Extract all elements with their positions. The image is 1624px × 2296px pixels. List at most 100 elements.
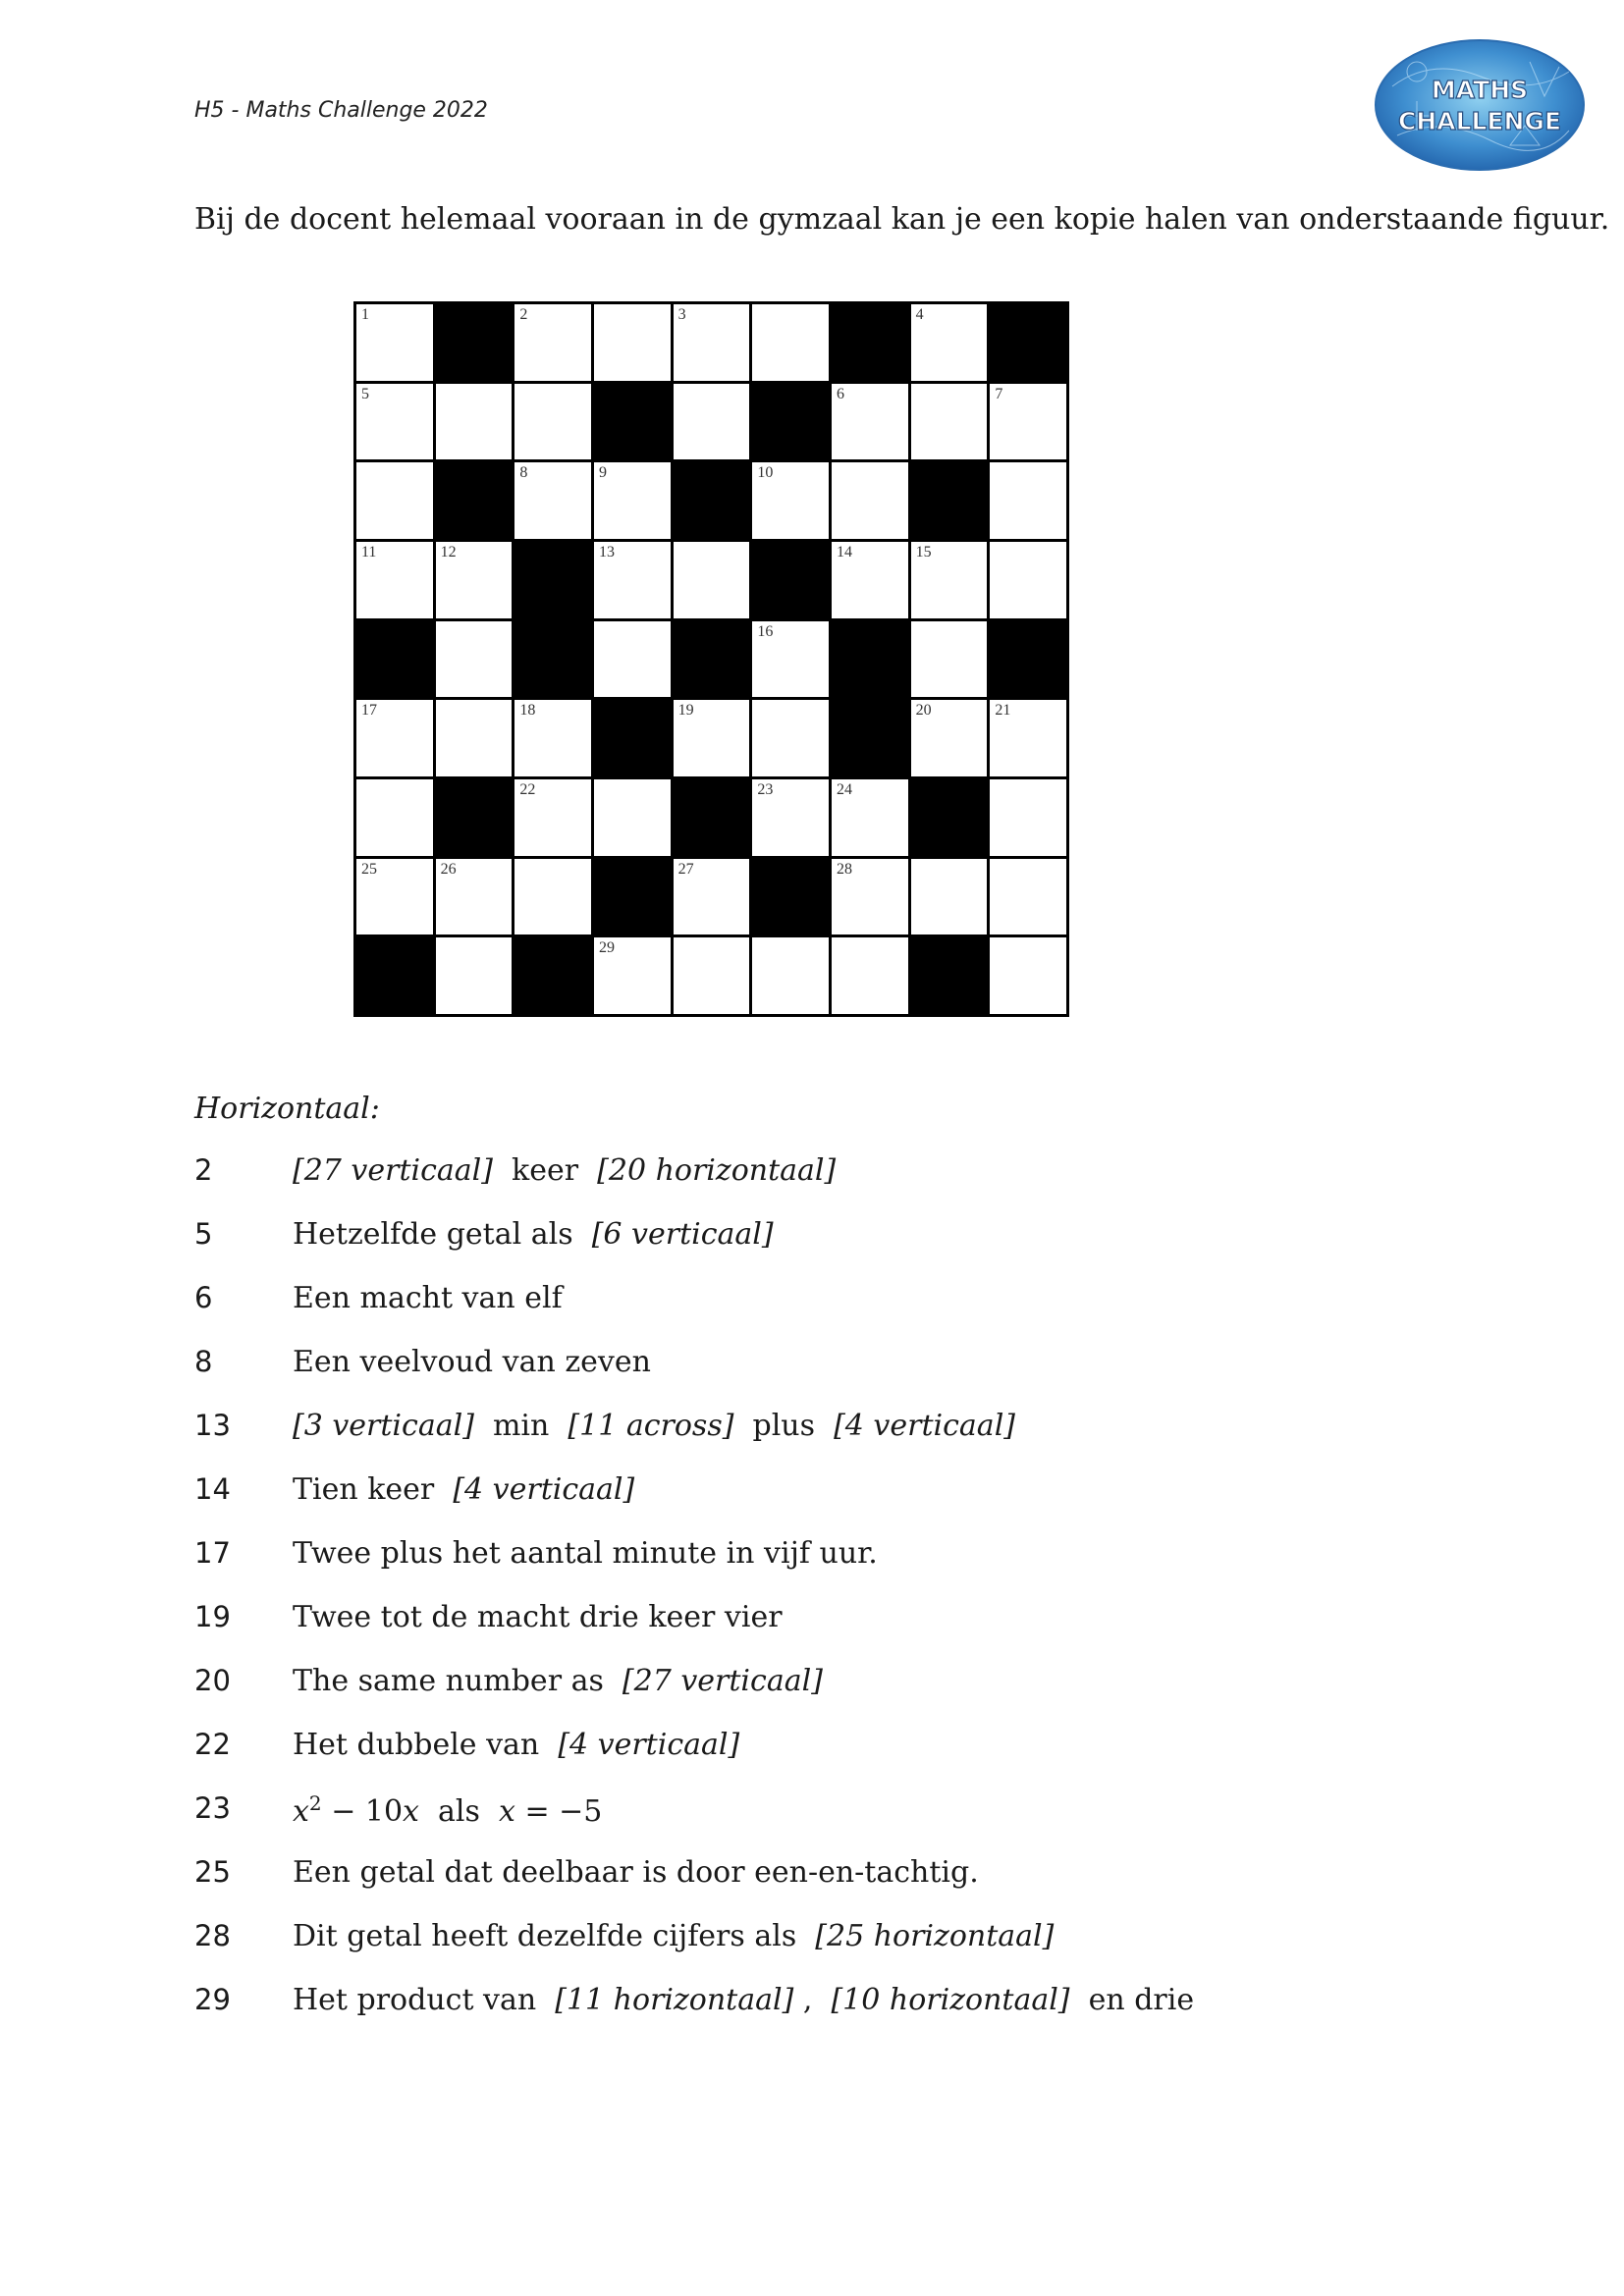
clue-text-part: Het product van: [293, 1983, 556, 2017]
clue-text-part: min: [473, 1409, 568, 1443]
crossword-cell[interactable]: 6: [831, 383, 908, 460]
crossword-cell[interactable]: 21: [990, 700, 1066, 776]
clue-item: 8 Een veelvoud van zeven: [194, 1345, 1194, 1409]
crossword-clue-number: 9: [598, 464, 607, 482]
crossword-cell[interactable]: [435, 383, 513, 460]
crossword-cell[interactable]: [752, 304, 829, 381]
clue-number: 19: [194, 1600, 231, 1633]
crossword-clue-number: 1: [361, 306, 369, 323]
crossword-cell[interactable]: [593, 304, 671, 381]
crossword-clue-number: 23: [757, 780, 774, 798]
crossword-cell[interactable]: 5: [356, 383, 433, 460]
crossword-cell[interactable]: [514, 383, 591, 460]
crossword-clue-number: 12: [440, 543, 457, 561]
crossword-cell[interactable]: 28: [831, 858, 908, 935]
crossword-cell[interactable]: [990, 937, 1066, 1014]
crossword-cell[interactable]: 3: [673, 304, 750, 381]
crossword-cell[interactable]: 16: [752, 620, 829, 698]
crossword-cell[interactable]: [910, 383, 988, 460]
crossword-cell[interactable]: 17: [356, 700, 433, 776]
clue-number: 2: [194, 1153, 213, 1187]
crossword-cell[interactable]: 15: [910, 541, 988, 618]
crossword-cell[interactable]: [356, 462, 433, 539]
clue-text: Twee tot de macht drie keer vier: [293, 1600, 783, 1634]
crossword-clue-number: 10: [757, 464, 774, 482]
crossword-cell[interactable]: [593, 778, 671, 856]
crossword-cell[interactable]: [910, 858, 988, 935]
crossword-cell[interactable]: 23: [752, 778, 829, 856]
crossword-cell[interactable]: 29: [593, 937, 671, 1014]
clue-text: Een veelvoud van zeven: [293, 1345, 651, 1379]
crossword-cell[interactable]: [752, 700, 829, 776]
crossword-black-cell: [990, 304, 1066, 381]
crossword-cell[interactable]: 20: [910, 700, 988, 776]
clue-text: x2 − 10x als x = −5: [293, 1791, 602, 1829]
crossword-cell[interactable]: [673, 541, 750, 618]
crossword-cell[interactable]: [435, 700, 513, 776]
clue-text: Een macht van elf: [293, 1281, 563, 1315]
crossword-clue-number: 25: [361, 860, 377, 878]
crossword-cell[interactable]: 11: [356, 541, 433, 618]
crossword-cell[interactable]: 22: [514, 778, 591, 856]
crossword-cell[interactable]: [910, 620, 988, 698]
crossword-cell[interactable]: 7: [990, 383, 1066, 460]
crossword-cell[interactable]: 26: [435, 858, 513, 935]
crossword-cell[interactable]: [831, 937, 908, 1014]
crossword-clue-number: 14: [836, 543, 852, 561]
crossword-cell[interactable]: 8: [514, 462, 591, 539]
crossword-cell[interactable]: 24: [831, 778, 908, 856]
crossword-cell[interactable]: [673, 937, 750, 1014]
crossword-cell[interactable]: 27: [673, 858, 750, 935]
crossword-black-cell: [514, 937, 591, 1014]
crossword-cell[interactable]: 18: [514, 700, 591, 776]
crossword-cell[interactable]: [673, 383, 750, 460]
crossword-cell[interactable]: 4: [910, 304, 988, 381]
crossword-cell[interactable]: 12: [435, 541, 513, 618]
clue-text-part: = −5: [514, 1794, 603, 1829]
crossword-black-cell: [831, 304, 908, 381]
crossword-cell[interactable]: [990, 462, 1066, 539]
crossword-cell[interactable]: [990, 541, 1066, 618]
crossword-cell[interactable]: [435, 937, 513, 1014]
crossword-cell[interactable]: [356, 778, 433, 856]
crossword-cell[interactable]: [752, 937, 829, 1014]
crossword-cell[interactable]: 2: [514, 304, 591, 381]
crossword-black-cell: [990, 620, 1066, 698]
crossword-clue-number: 11: [361, 543, 377, 561]
clue-reference: [25 horizontaal]: [815, 1919, 1055, 1953]
crossword-cell[interactable]: 1: [356, 304, 433, 381]
intro-text: Bij de docent helemaal vooraan in de gym…: [194, 202, 1610, 237]
clue-reference: [3 verticaal]: [293, 1409, 474, 1443]
clue-text: Twee plus het aantal minute in vijf uur.: [293, 1536, 878, 1571]
clue-item: 6 Een macht van elf: [194, 1281, 1194, 1345]
clue-reference: [27 verticaal]: [622, 1664, 823, 1698]
crossword-clue-number: 5: [361, 385, 369, 402]
crossword-cell[interactable]: [514, 858, 591, 935]
crossword-cell[interactable]: 14: [831, 541, 908, 618]
crossword-cell[interactable]: [990, 858, 1066, 935]
crossword-cell[interactable]: 13: [593, 541, 671, 618]
maths-challenge-logo: MATHS CHALLENGE: [1373, 37, 1587, 173]
crossword-black-cell: [831, 620, 908, 698]
clue-text: Tien keer [4 verticaal]: [293, 1472, 634, 1507]
clue-text: [27 verticaal] keer [20 horizontaal]: [293, 1153, 836, 1188]
crossword-clue-number: 16: [757, 622, 774, 640]
document-header-title: H5 - Maths Challenge 2022: [194, 98, 488, 123]
clue-number: 28: [194, 1919, 231, 1952]
crossword-cell[interactable]: [990, 778, 1066, 856]
crossword-black-cell: [593, 383, 671, 460]
crossword-cell[interactable]: [593, 620, 671, 698]
clue-number: 22: [194, 1728, 231, 1761]
crossword-cell[interactable]: [831, 462, 908, 539]
clue-text: [3 verticaal] min [11 across] plus [4 ve…: [293, 1409, 1015, 1443]
crossword-cell[interactable]: [435, 620, 513, 698]
crossword-clue-number: 7: [995, 385, 1003, 402]
crossword-cell[interactable]: 9: [593, 462, 671, 539]
crossword-cell[interactable]: 25: [356, 858, 433, 935]
clue-text: Hetzelfde getal als [6 verticaal]: [293, 1217, 774, 1252]
crossword-black-cell: [752, 858, 829, 935]
crossword-cell[interactable]: 10: [752, 462, 829, 539]
crossword-black-cell: [673, 778, 750, 856]
crossword-cell[interactable]: 19: [673, 700, 750, 776]
clue-text: Het dubbele van [4 verticaal]: [293, 1728, 739, 1762]
